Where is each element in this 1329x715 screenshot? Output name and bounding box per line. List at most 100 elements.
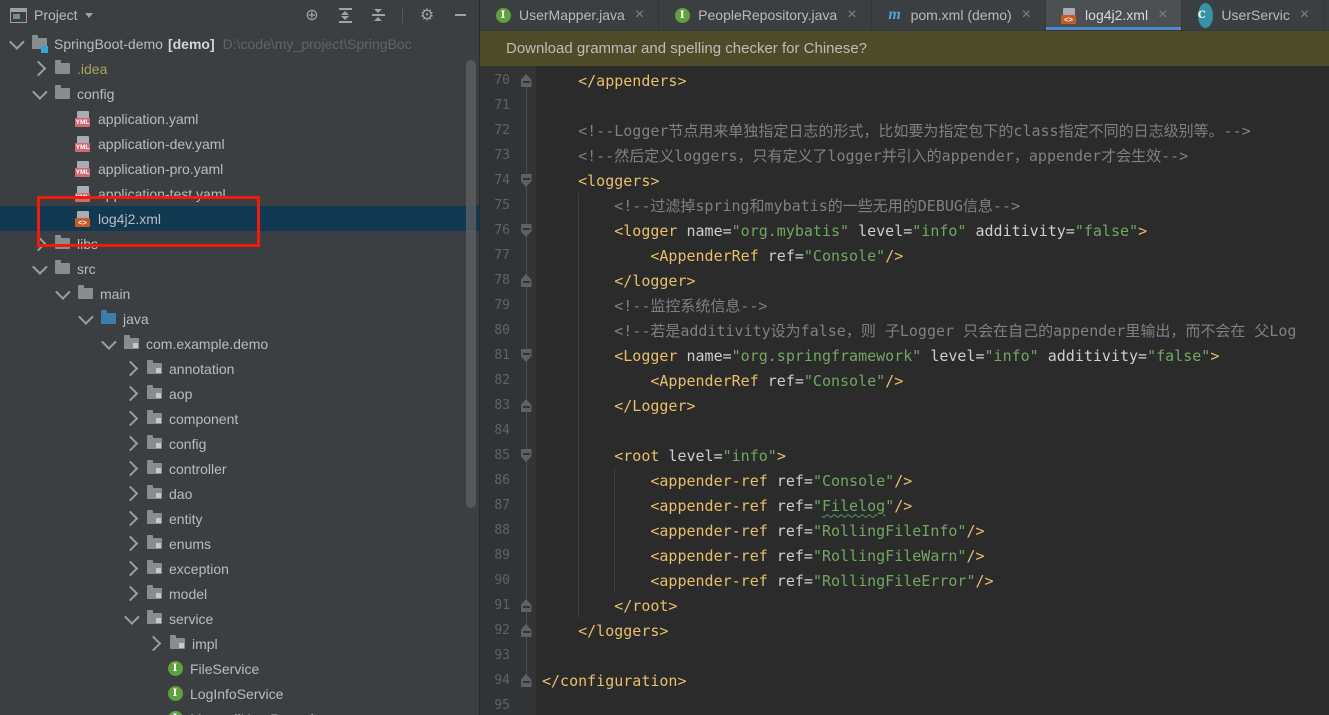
fold-marker-down[interactable] — [520, 349, 532, 362]
chevron-right-icon[interactable] — [145, 635, 162, 652]
code-line[interactable]: 75 <!--过滤掉spring和mybatis的一些无用的DEBUG信息--> — [480, 193, 1329, 218]
editor-tab[interactable]: I PeopleRepository.java × — [659, 0, 872, 30]
code-line[interactable]: 76 <logger name="org.mybatis" level="inf… — [480, 218, 1329, 243]
fold-marker-up[interactable] — [520, 624, 532, 637]
chevron-right-icon[interactable] — [122, 535, 139, 552]
fold-marker-up[interactable] — [520, 74, 532, 87]
editor-tab[interactable]: m pom.xml (demo) × — [872, 0, 1047, 30]
code-line[interactable]: 70 </appenders> — [480, 68, 1329, 93]
code-line[interactable]: 92 </loggers> — [480, 618, 1329, 643]
tree-item[interactable]: impl — [0, 631, 479, 656]
chevron-right-icon[interactable] — [122, 435, 139, 452]
chevron-right-icon[interactable] — [122, 510, 139, 527]
tree-item[interactable]: com.example.demo — [0, 331, 479, 356]
code-line[interactable]: 79 <!--监控系统信息--> — [480, 293, 1329, 318]
tree-item[interactable]: .idea — [0, 56, 479, 81]
close-tab-icon[interactable]: × — [635, 7, 644, 23]
xml-file-icon: <> — [1060, 7, 1078, 24]
chevron-down-icon[interactable] — [101, 334, 117, 350]
code-line[interactable]: 72 <!--Logger节点用来单独指定日志的形式，比如要为指定包下的clas… — [480, 118, 1329, 143]
code-line[interactable]: 73 <!--然后定义loggers，只有定义了logger并引入的append… — [480, 143, 1329, 168]
code-line[interactable]: 77 <AppenderRef ref="Console"/> — [480, 243, 1329, 268]
code-line[interactable]: 86 <appender-ref ref="Console"/> — [480, 468, 1329, 493]
code-line[interactable]: 88 <appender-ref ref="RollingFileInfo"/> — [480, 518, 1329, 543]
code-line[interactable]: 84 — [480, 418, 1329, 443]
fold-marker-up[interactable] — [520, 599, 532, 612]
chevron-right-icon[interactable] — [122, 460, 139, 477]
settings-gear-icon[interactable]: ⚙ — [418, 6, 436, 24]
tree-item[interactable]: I FileService — [0, 656, 479, 681]
expand-all-icon[interactable] — [336, 6, 354, 24]
chevron-right-icon[interactable] — [30, 60, 47, 77]
tree-item[interactable]: YML application.yaml — [0, 106, 479, 131]
tree-item[interactable]: YML application-pro.yaml — [0, 156, 479, 181]
code-line[interactable]: 91 </root> — [480, 593, 1329, 618]
project-view-selector[interactable]: Project — [10, 7, 93, 23]
editor-tab[interactable]: C UserServic × — [1182, 0, 1325, 30]
chevron-down-icon[interactable] — [32, 84, 48, 100]
editor-tab[interactable]: I UserMapper.java × — [480, 0, 660, 30]
chevron-right-icon[interactable] — [122, 585, 139, 602]
code-line[interactable]: 94 </configuration> — [480, 668, 1329, 693]
chevron-down-icon[interactable] — [32, 259, 48, 275]
code-line[interactable]: 87 <appender-ref ref="Filelog"/> — [480, 493, 1329, 518]
chevron-down-icon[interactable] — [55, 284, 71, 300]
tree-item[interactable]: config — [0, 81, 479, 106]
fold-marker-up[interactable] — [520, 399, 532, 412]
editor-tab[interactable]: <> log4j2.xml × — [1046, 0, 1183, 30]
chevron-right-icon[interactable] — [122, 560, 139, 577]
tree-item[interactable]: model — [0, 581, 479, 606]
code-line[interactable]: 85 <root level="info"> — [480, 443, 1329, 468]
tree-item[interactable]: aop — [0, 381, 479, 406]
tree-item[interactable]: main — [0, 281, 479, 306]
chevron-down-icon[interactable] — [124, 609, 140, 625]
locate-file-icon[interactable]: ⊕ — [303, 6, 321, 24]
tree-item[interactable]: java — [0, 306, 479, 331]
code-line[interactable]: 80 <!--若是additivity设为false，则 子Logger 只会在… — [480, 318, 1329, 343]
code-line[interactable]: 82 <AppenderRef ref="Console"/> — [480, 368, 1329, 393]
editor-code-area[interactable]: 70 </appenders> 71 72 <!--Logger节点用来单独指定日志… — [480, 66, 1329, 715]
fold-marker-down[interactable] — [520, 224, 532, 237]
tree-item[interactable]: src — [0, 256, 479, 281]
fold-marker-up[interactable] — [520, 674, 532, 687]
tree-item[interactable]: config — [0, 431, 479, 456]
close-tab-icon[interactable]: × — [1022, 7, 1031, 23]
code-line[interactable]: 93 — [480, 643, 1329, 668]
code-line[interactable]: 78 </logger> — [480, 268, 1329, 293]
chevron-right-icon[interactable] — [122, 485, 139, 502]
fold-marker-down[interactable] — [520, 174, 532, 187]
scrollbar-thumb[interactable] — [466, 60, 476, 508]
chevron-down-icon[interactable] — [9, 34, 25, 50]
tree-item[interactable]: YML application-dev.yaml — [0, 131, 479, 156]
code-line[interactable]: 95 — [480, 693, 1329, 715]
tree-item[interactable]: controller — [0, 456, 479, 481]
tree-item[interactable]: I MaxwellUserRepository — [0, 706, 479, 715]
code-line[interactable]: 81 <Logger name="org.springframework" le… — [480, 343, 1329, 368]
notification-banner[interactable]: Download grammar and spelling checker fo… — [480, 30, 1329, 66]
tree-item[interactable]: enums — [0, 531, 479, 556]
tree-item[interactable]: service — [0, 606, 479, 631]
chevron-down-icon[interactable] — [78, 309, 94, 325]
collapse-all-icon[interactable] — [369, 6, 387, 24]
hide-panel-icon[interactable] — [451, 6, 469, 24]
tree-item[interactable]: exception — [0, 556, 479, 581]
code-line[interactable]: 74 <loggers> — [480, 168, 1329, 193]
code-line[interactable]: 83 </Logger> — [480, 393, 1329, 418]
code-line[interactable]: 71 — [480, 93, 1329, 118]
close-tab-icon[interactable]: × — [1158, 7, 1167, 23]
tree-item[interactable]: dao — [0, 481, 479, 506]
close-tab-icon[interactable]: × — [1300, 7, 1309, 23]
chevron-right-icon[interactable] — [122, 360, 139, 377]
fold-marker-down[interactable] — [520, 449, 532, 462]
code-line[interactable]: 89 <appender-ref ref="RollingFileWarn"/> — [480, 543, 1329, 568]
code-line[interactable]: 90 <appender-ref ref="RollingFileError"/… — [480, 568, 1329, 593]
chevron-right-icon[interactable] — [122, 385, 139, 402]
tree-item[interactable]: SpringBoot-demo [demo] D:\code\my_project\… — [0, 31, 479, 56]
tree-item[interactable]: entity — [0, 506, 479, 531]
tree-item[interactable]: I LogInfoService — [0, 681, 479, 706]
close-tab-icon[interactable]: × — [847, 7, 856, 23]
chevron-right-icon[interactable] — [122, 410, 139, 427]
tree-item[interactable]: annotation — [0, 356, 479, 381]
fold-marker-up[interactable] — [520, 274, 532, 287]
tree-item[interactable]: component — [0, 406, 479, 431]
